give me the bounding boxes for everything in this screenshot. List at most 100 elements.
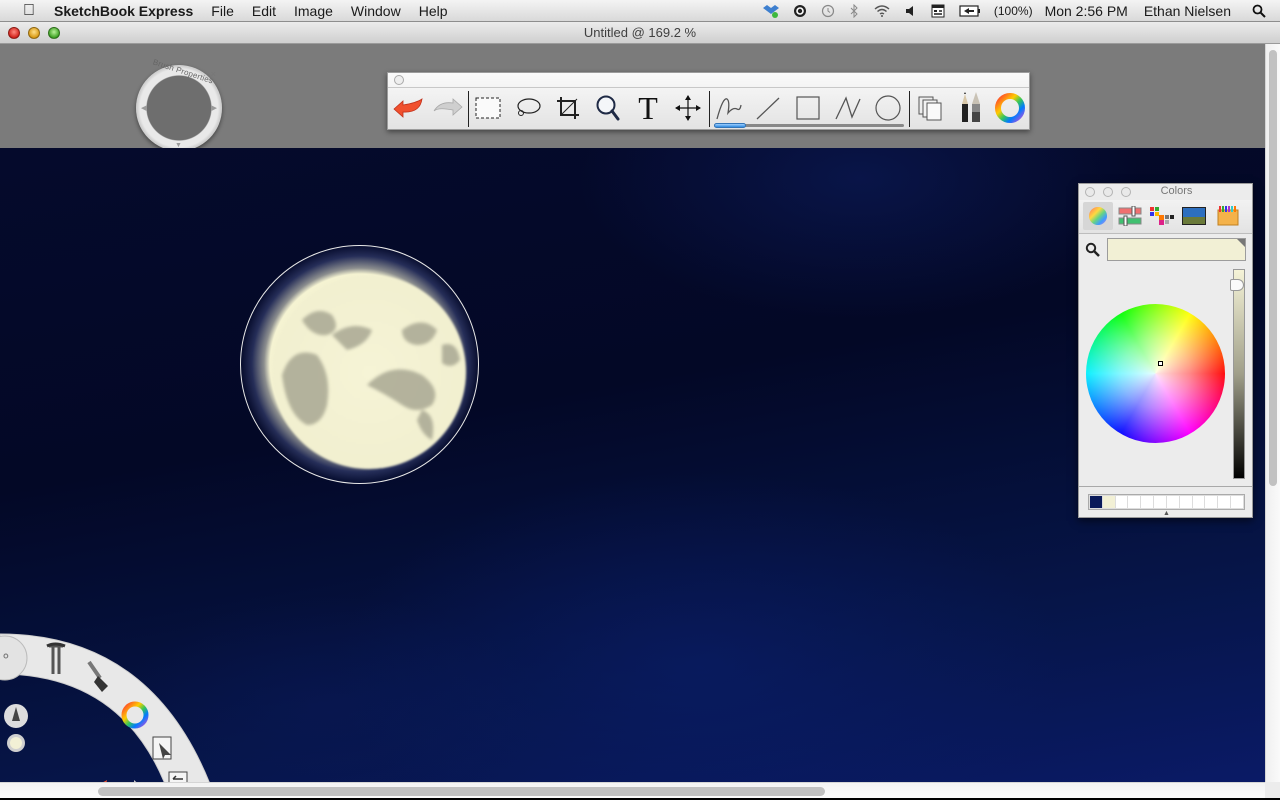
panel-divider	[1079, 486, 1252, 487]
swatch-slot[interactable]	[1166, 496, 1179, 508]
swatch-slot[interactable]	[1218, 496, 1231, 508]
zoom-tool[interactable]	[590, 91, 626, 125]
toolbar-close-button[interactable]	[394, 75, 404, 85]
lasso-icon	[517, 98, 541, 116]
polyline-tool[interactable]	[830, 91, 866, 125]
volume-icon[interactable]	[905, 4, 917, 18]
color-wheel[interactable]	[1086, 304, 1225, 443]
menu-image[interactable]: Image	[285, 0, 342, 22]
menu-window[interactable]: Window	[342, 0, 410, 22]
bluetooth-icon[interactable]	[849, 3, 859, 18]
brushes-icon	[962, 92, 980, 122]
toolbar-separator	[909, 91, 910, 127]
text-tool[interactable]: T	[630, 89, 666, 126]
crayons-tab[interactable]	[1213, 202, 1243, 230]
swatch-drawer-grip-icon[interactable]: ▲	[1163, 510, 1170, 517]
menu-app-name[interactable]: SketchBook Express	[54, 0, 202, 22]
colors-panel-title: Colors	[1160, 185, 1193, 197]
lagoon-pencil-brush-icon[interactable]	[4, 704, 28, 728]
lagoon-brush-icon[interactable]	[86, 660, 114, 699]
move-tool[interactable]	[670, 91, 706, 125]
clock[interactable]: Mon 2:56 PM	[1045, 3, 1128, 19]
image-palette-icon	[1182, 207, 1206, 225]
color-wheel-tab[interactable]	[1083, 202, 1113, 230]
lagoon-color-wheel-icon[interactable]	[120, 700, 150, 735]
ellipse-tool[interactable]	[870, 91, 906, 125]
swatch-slot[interactable]	[1141, 496, 1154, 508]
brush-properties-label: Brush Properties	[151, 57, 215, 86]
toolbar-area: Brush Properties × ◀ ▶ ▼ T	[0, 44, 1265, 151]
minimize-window-button[interactable]	[28, 27, 40, 39]
lasso-select-tool[interactable]	[510, 91, 546, 125]
swatch-slot[interactable]	[1231, 496, 1243, 508]
main-toolbar: T	[387, 72, 1030, 130]
battery-icon[interactable]	[959, 4, 981, 17]
swatch-slot[interactable]	[1179, 496, 1192, 508]
puck-right-arrow-icon[interactable]: ▶	[212, 104, 217, 112]
rectangle-tool[interactable]	[790, 91, 826, 125]
crayons-icon	[1217, 206, 1239, 226]
current-color-swatch[interactable]	[1107, 238, 1246, 261]
brushes-button[interactable]	[952, 91, 988, 125]
swatch-slot[interactable]	[1205, 496, 1218, 508]
magnifier-icon[interactable]	[1085, 242, 1101, 263]
ellipse-selection-outline[interactable]	[240, 245, 479, 484]
menu-help[interactable]: Help	[410, 0, 457, 22]
crop-tool[interactable]	[550, 91, 586, 125]
menu-file[interactable]: File	[202, 0, 243, 22]
rectangle-select-tool[interactable]	[470, 91, 506, 125]
vertical-scroll-thumb[interactable]	[1269, 50, 1277, 486]
marquee-select-icon	[475, 97, 501, 119]
spotlight-search-icon[interactable]	[1252, 4, 1266, 18]
freehand-stroke-tool[interactable]	[712, 91, 748, 125]
horizontal-scroll-thumb[interactable]	[98, 787, 825, 796]
puck-left-arrow-icon[interactable]: ◀	[141, 104, 146, 112]
brush-properties-puck[interactable]: Brush Properties × ◀ ▶ ▼	[136, 58, 222, 151]
apple-menu-icon[interactable]: 	[18, 0, 40, 22]
color-wheel-icon	[995, 93, 1025, 123]
crop-icon	[557, 97, 579, 119]
brightness-slider[interactable]	[1233, 269, 1245, 479]
horizontal-scrollbar[interactable]	[0, 782, 1265, 798]
dropbox-icon[interactable]	[762, 4, 779, 18]
image-palettes-tab[interactable]	[1179, 202, 1209, 230]
user-name[interactable]: Ethan Nielsen	[1144, 3, 1231, 19]
swatch-slot[interactable]	[1102, 496, 1115, 508]
line-tool[interactable]	[750, 91, 786, 125]
title-bar[interactable]: Untitled @ 169.2 %	[0, 22, 1280, 44]
zoom-window-button[interactable]	[48, 27, 60, 39]
toolbar-header[interactable]	[388, 73, 1029, 88]
close-window-button[interactable]	[8, 27, 20, 39]
redo-button[interactable]	[430, 91, 466, 125]
color-wheel-marker[interactable]	[1158, 361, 1163, 366]
swatch-slot[interactable]	[1115, 496, 1128, 508]
swatch-slot[interactable]	[1192, 496, 1205, 508]
layers-button[interactable]	[912, 91, 948, 125]
drawing-canvas[interactable]: ⚬	[0, 148, 1265, 782]
close-puck-icon[interactable]: ×	[211, 69, 216, 79]
lagoon-layers-swap-icon[interactable]	[167, 770, 189, 782]
swatch-slot[interactable]	[1128, 496, 1141, 508]
brightness-slider-knob[interactable]	[1230, 279, 1244, 291]
undo-button[interactable]	[390, 91, 426, 125]
menu-edit[interactable]: Edit	[243, 0, 285, 22]
scroll-corner	[1265, 782, 1280, 798]
text-icon: T	[638, 89, 658, 126]
swatch-slot[interactable]	[1154, 496, 1166, 508]
move-icon	[675, 95, 701, 121]
wifi-icon[interactable]	[873, 4, 891, 18]
swatch-slot[interactable]	[1090, 496, 1102, 508]
time-machine-icon[interactable]	[821, 4, 835, 18]
color-sliders-icon	[1118, 206, 1142, 226]
lagoon-lasso-menu-icon[interactable]: ⚬	[0, 648, 12, 665]
menu-extra-icon[interactable]	[931, 4, 945, 18]
vertical-scrollbar[interactable]	[1265, 44, 1280, 782]
growl-icon[interactable]	[793, 4, 807, 18]
color-sliders-tab[interactable]	[1115, 202, 1145, 230]
current-color-indicator[interactable]	[7, 734, 25, 752]
color-button[interactable]	[992, 91, 1028, 125]
lagoon-cursor-icon[interactable]	[151, 735, 175, 768]
battery-percentage: (100%)	[993, 3, 1033, 18]
lagoon-tools-icon[interactable]	[45, 642, 69, 681]
color-palettes-tab[interactable]	[1147, 202, 1177, 230]
